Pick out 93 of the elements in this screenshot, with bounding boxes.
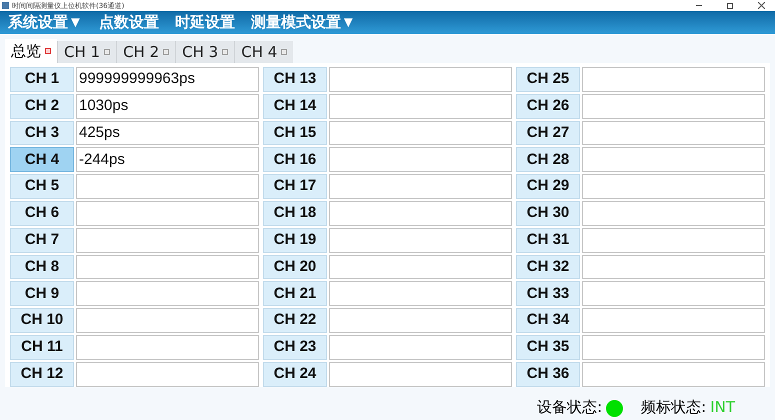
value-field[interactable] <box>329 67 512 92</box>
value-field[interactable] <box>582 228 765 253</box>
value-field[interactable] <box>76 308 259 333</box>
channel-button[interactable]: CH 11 <box>10 334 74 360</box>
channel-button[interactable]: CH 8 <box>10 254 74 280</box>
channel-button[interactable]: CH 29 <box>516 174 580 199</box>
channel-button[interactable]: CH 18 <box>263 200 327 226</box>
channel-button[interactable]: CH 25 <box>516 67 580 92</box>
value-field[interactable]: 999999999963ps <box>76 67 259 92</box>
value-field[interactable] <box>329 228 512 253</box>
channel-button[interactable]: CH 33 <box>516 281 580 306</box>
channel-button[interactable]: CH 26 <box>516 94 580 119</box>
value-field[interactable] <box>582 147 765 172</box>
menu-item[interactable]: 时延设置 <box>174 15 235 30</box>
menu-item[interactable]: 系统设置▼ <box>8 15 83 30</box>
value-field[interactable] <box>582 254 765 280</box>
close-icon[interactable] <box>758 2 765 9</box>
channel-button[interactable]: CH 30 <box>516 200 580 226</box>
channel-button[interactable]: CH 17 <box>263 174 327 199</box>
value-field[interactable] <box>76 174 259 199</box>
value-field[interactable] <box>582 362 765 387</box>
value-field[interactable]: 425ps <box>76 120 259 146</box>
status-value: INT <box>710 396 735 418</box>
tab[interactable]: CH 4 <box>234 41 294 63</box>
channel-button[interactable]: CH 10 <box>10 308 74 333</box>
status-label: 频标状态: <box>641 396 706 418</box>
menu-item[interactable]: 测量模式设置▼ <box>250 15 356 30</box>
channel-button[interactable]: CH 2 <box>10 94 74 119</box>
channel-button[interactable]: CH 4 <box>10 147 74 172</box>
channel-button[interactable]: CH 3 <box>10 120 74 146</box>
value-field[interactable] <box>329 308 512 333</box>
value-field[interactable] <box>329 174 512 199</box>
value-field[interactable] <box>582 174 765 199</box>
menu-item[interactable]: 点数设置 <box>98 15 159 30</box>
tab-close-icon[interactable] <box>222 49 228 55</box>
channel-button[interactable]: CH 21 <box>263 281 327 306</box>
tab[interactable]: CH 3 <box>175 41 234 63</box>
value-field[interactable] <box>76 200 259 226</box>
value-field[interactable]: -244ps <box>76 147 259 172</box>
channel-button[interactable]: CH 32 <box>516 254 580 280</box>
tab[interactable]: CH 1 <box>57 41 116 63</box>
channel-button[interactable]: CH 1 <box>10 67 74 92</box>
value-field[interactable] <box>329 334 512 360</box>
tab-close-icon[interactable] <box>281 49 288 55</box>
channel-button[interactable]: CH 15 <box>263 120 327 146</box>
tab-close-icon[interactable] <box>104 49 110 55</box>
channel-button[interactable]: CH 14 <box>263 94 327 119</box>
value-field[interactable] <box>329 200 512 226</box>
app-icon <box>2 2 9 9</box>
value-field[interactable] <box>582 67 765 92</box>
value-field[interactable] <box>582 94 765 119</box>
value-field[interactable] <box>329 94 512 119</box>
minimize-icon[interactable] <box>696 5 702 6</box>
value-field[interactable] <box>329 120 512 146</box>
tab-close-icon[interactable] <box>163 49 170 55</box>
channel-button[interactable]: CH 16 <box>263 147 327 172</box>
value-field[interactable] <box>76 334 259 360</box>
channel-button[interactable]: CH 36 <box>516 362 580 387</box>
channel-button[interactable]: CH 5 <box>10 174 74 199</box>
value-field[interactable] <box>76 362 259 387</box>
channel-button[interactable]: CH 9 <box>10 281 74 306</box>
channel-button[interactable]: CH 31 <box>516 228 580 253</box>
channel-button[interactable]: CH 34 <box>516 308 580 333</box>
maximize-icon[interactable] <box>727 2 733 8</box>
channel-button[interactable]: CH 6 <box>10 200 74 226</box>
value-field[interactable] <box>329 362 512 387</box>
channel-button[interactable]: CH 23 <box>263 334 327 360</box>
channel-button[interactable]: CH 7 <box>10 228 74 253</box>
value-field[interactable] <box>329 147 512 172</box>
status-label: 设备状态: <box>537 396 602 418</box>
channel-button[interactable]: CH 20 <box>263 254 327 280</box>
channel-button[interactable]: CH 24 <box>263 362 327 387</box>
value-field[interactable]: 1030ps <box>76 94 259 119</box>
tab[interactable]: 总览 <box>5 39 57 63</box>
channel-button[interactable]: CH 27 <box>516 120 580 146</box>
value-field[interactable] <box>76 254 259 280</box>
tab-close-icon[interactable] <box>45 48 51 54</box>
value-field[interactable] <box>582 308 765 333</box>
value-field[interactable] <box>76 281 259 306</box>
channel-button[interactable]: CH 13 <box>263 67 327 92</box>
channel-button[interactable]: CH 19 <box>263 228 327 253</box>
channel-button[interactable]: CH 35 <box>516 334 580 360</box>
channel-button[interactable]: CH 12 <box>10 362 74 387</box>
channel-button[interactable]: CH 28 <box>516 147 580 172</box>
tab[interactable]: CH 2 <box>116 41 176 63</box>
value-field[interactable] <box>582 200 765 226</box>
value-field[interactable] <box>582 281 765 306</box>
value-field[interactable] <box>582 120 765 146</box>
value-field[interactable] <box>329 254 512 280</box>
value-field[interactable] <box>76 228 259 253</box>
channel-button[interactable]: CH 22 <box>263 308 327 333</box>
value-field[interactable] <box>582 334 765 360</box>
value-field[interactable] <box>329 281 512 306</box>
